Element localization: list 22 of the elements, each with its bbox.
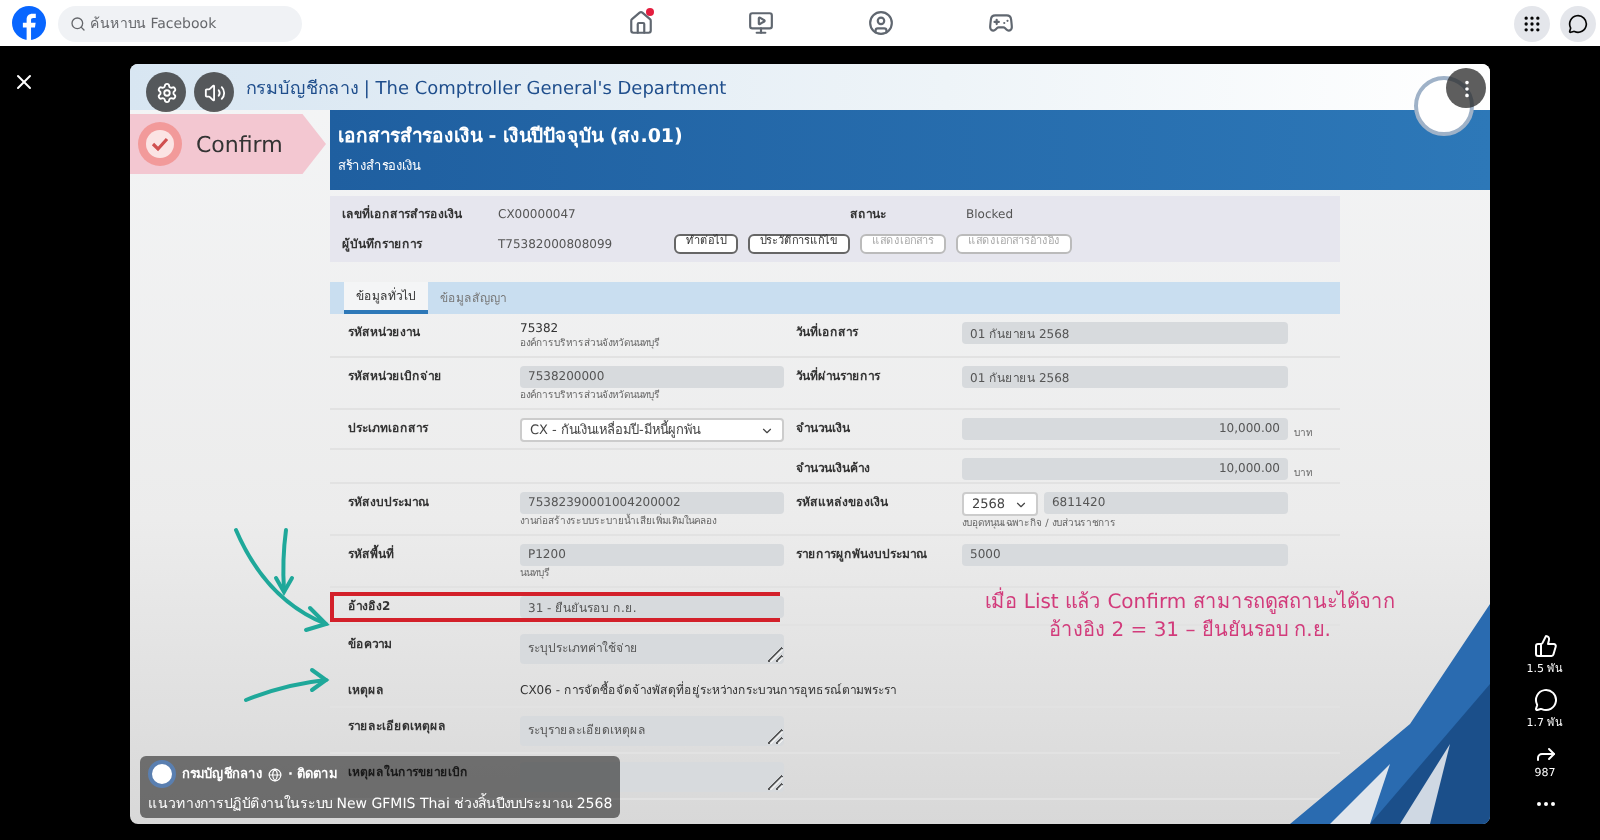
globe-icon — [268, 767, 282, 781]
video-icon[interactable] — [747, 10, 773, 36]
close-icon[interactable] — [12, 70, 36, 94]
share-icon[interactable] — [1533, 742, 1557, 766]
gamepad-icon[interactable] — [987, 10, 1013, 36]
home-icon[interactable] — [627, 10, 653, 36]
like-icon[interactable] — [1533, 634, 1557, 658]
header-text: กรมบัญชีกลาง | The Comptroller General's Department — [246, 77, 727, 101]
annotation-text: เมื่อ List แล้ว Confirm สามารถดูสถานะได้จาก — [985, 590, 1395, 617]
apps-grid-icon[interactable] — [1514, 5, 1550, 41]
chevron-icon — [760, 423, 774, 437]
groups-icon[interactable] — [867, 10, 893, 36]
check-badge-icon — [136, 120, 184, 168]
search-icon — [70, 15, 86, 31]
logo-icon[interactable] — [12, 6, 46, 40]
page-title: เอกสารสำรองเงิน - เงินปีปัจจุบัน (สง.01) — [338, 123, 685, 150]
messenger-icon[interactable] — [1560, 5, 1596, 41]
badge-text: Confirm — [196, 131, 283, 157]
annotation-text: อ้างอิง 2 = 31 – ยืนยันรอบ ก.ย. — [1049, 617, 1331, 644]
comment-icon[interactable] — [1533, 688, 1557, 712]
page-avatar[interactable] — [148, 760, 176, 788]
chevron-icon — [1013, 497, 1028, 511]
